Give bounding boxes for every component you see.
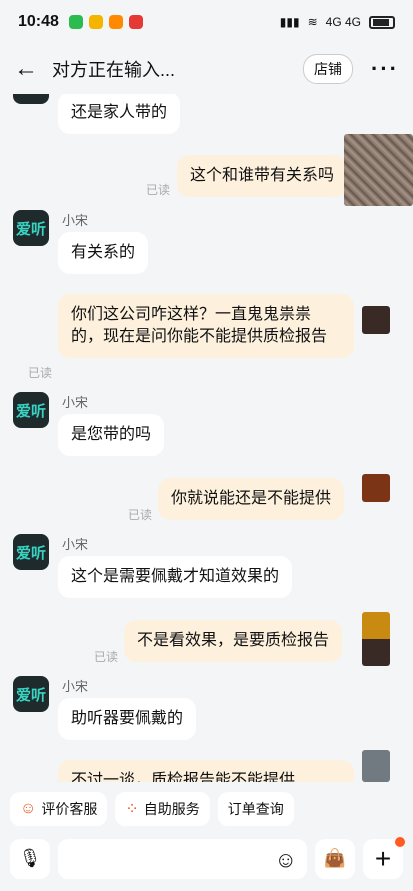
read-receipt: 已读	[146, 183, 171, 197]
message-bubble-user: 这个和谁带有关系吗	[177, 155, 348, 197]
grid-icon: ⁘	[125, 801, 139, 818]
user-avatar[interactable]	[362, 474, 390, 502]
message-input[interactable]: ☺	[58, 838, 307, 879]
smile-icon[interactable]: ☺	[275, 847, 297, 873]
avatar[interactable]: 爱听	[13, 94, 49, 104]
user-avatar[interactable]	[362, 306, 390, 334]
more-dots-icon[interactable]: ···	[371, 56, 399, 82]
chat-header: ← 对方正在输入... 店铺 ···	[0, 44, 413, 94]
app-icon	[88, 15, 103, 29]
message-bubble-agent: 是您带的吗	[58, 414, 165, 456]
message-bubble-agent: 有关系的	[58, 232, 149, 274]
quick-action-label: 评价客服	[41, 801, 98, 817]
avatar[interactable]: 爱听	[13, 534, 49, 570]
chat-area[interactable]: 爱听 还是家人带的 已读 这个和谁带有关系吗 爱听 小宋 有关系的 已读 你们这…	[0, 94, 413, 782]
read-receipt: 已读	[94, 650, 119, 664]
message-bubble-agent: 这个是需要佩戴才知道效果的	[58, 556, 293, 598]
message-bubble-user: 你就说能还是不能提供	[158, 478, 345, 520]
read-receipt: 已读	[128, 508, 153, 522]
message-bubble-user: 不是看效果，是要质检报告	[124, 620, 343, 662]
status-bar: 10:48 ▮▮▮ ≋ 4G 4G	[0, 0, 413, 44]
app-icon	[128, 15, 143, 29]
order-query-button[interactable]: 订单查询	[217, 792, 294, 826]
message-bubble-agent: 助听器要佩戴的	[58, 698, 197, 740]
status-right: ▮▮▮ ≋ 4G 4G	[280, 15, 395, 29]
avatar[interactable]: 爱听	[13, 392, 49, 428]
self-service-button[interactable]: ⁘ 自助服务	[115, 792, 210, 826]
page-title: 对方正在输入...	[52, 60, 176, 80]
sender-name: 小宋	[62, 213, 89, 228]
status-time: 10:48	[18, 13, 59, 30]
plus-icon[interactable]: +	[363, 836, 405, 879]
voice-icon[interactable]: 🎙	[10, 838, 50, 879]
rate-agent-button[interactable]: ☺ 评价客服	[10, 792, 108, 826]
quick-actions-bar: ☺ 评价客服 ⁘ 自助服务 订单查询	[0, 788, 413, 830]
wechat-icon	[68, 15, 83, 29]
smile-icon: ☺	[20, 800, 37, 817]
shopping-bag-icon[interactable]: 👜	[315, 838, 355, 879]
quick-action-label: 自助服务	[143, 801, 200, 817]
avatar[interactable]: 爱听	[13, 210, 49, 246]
arrow-left-icon[interactable]: ←	[14, 55, 44, 83]
shop-button[interactable]: 店铺	[303, 54, 354, 84]
battery-icon	[369, 15, 395, 29]
message-bubble-user: 你们这公司咋这样？一直鬼鬼祟祟的，现在是问你能不能提供质检报告	[58, 294, 354, 358]
user-avatar[interactable]	[362, 612, 390, 666]
sender-name: 小宋	[62, 537, 89, 552]
avatar[interactable]: 爱听	[13, 676, 49, 712]
search-app-icon	[108, 15, 123, 29]
wifi-icon: ≋	[307, 15, 318, 29]
input-bar: 🎙 ☺ 👜 +	[0, 836, 413, 881]
user-avatar[interactable]	[362, 750, 390, 782]
read-receipt: 已读	[28, 366, 53, 380]
quick-action-label: 订单查询	[227, 801, 284, 817]
user-avatar[interactable]	[344, 134, 413, 206]
sender-name: 小宋	[62, 395, 89, 410]
network-label: 4G 4G	[325, 15, 361, 29]
message-bubble-user: 不讨一谈，质检报告能不能提供	[58, 760, 354, 782]
status-app-icons	[68, 15, 143, 29]
sender-name: 小宋	[62, 679, 89, 694]
message-bubble-agent: 还是家人带的	[58, 94, 181, 134]
signal-icon: ▮▮▮	[279, 15, 300, 29]
notification-dot	[395, 836, 405, 847]
